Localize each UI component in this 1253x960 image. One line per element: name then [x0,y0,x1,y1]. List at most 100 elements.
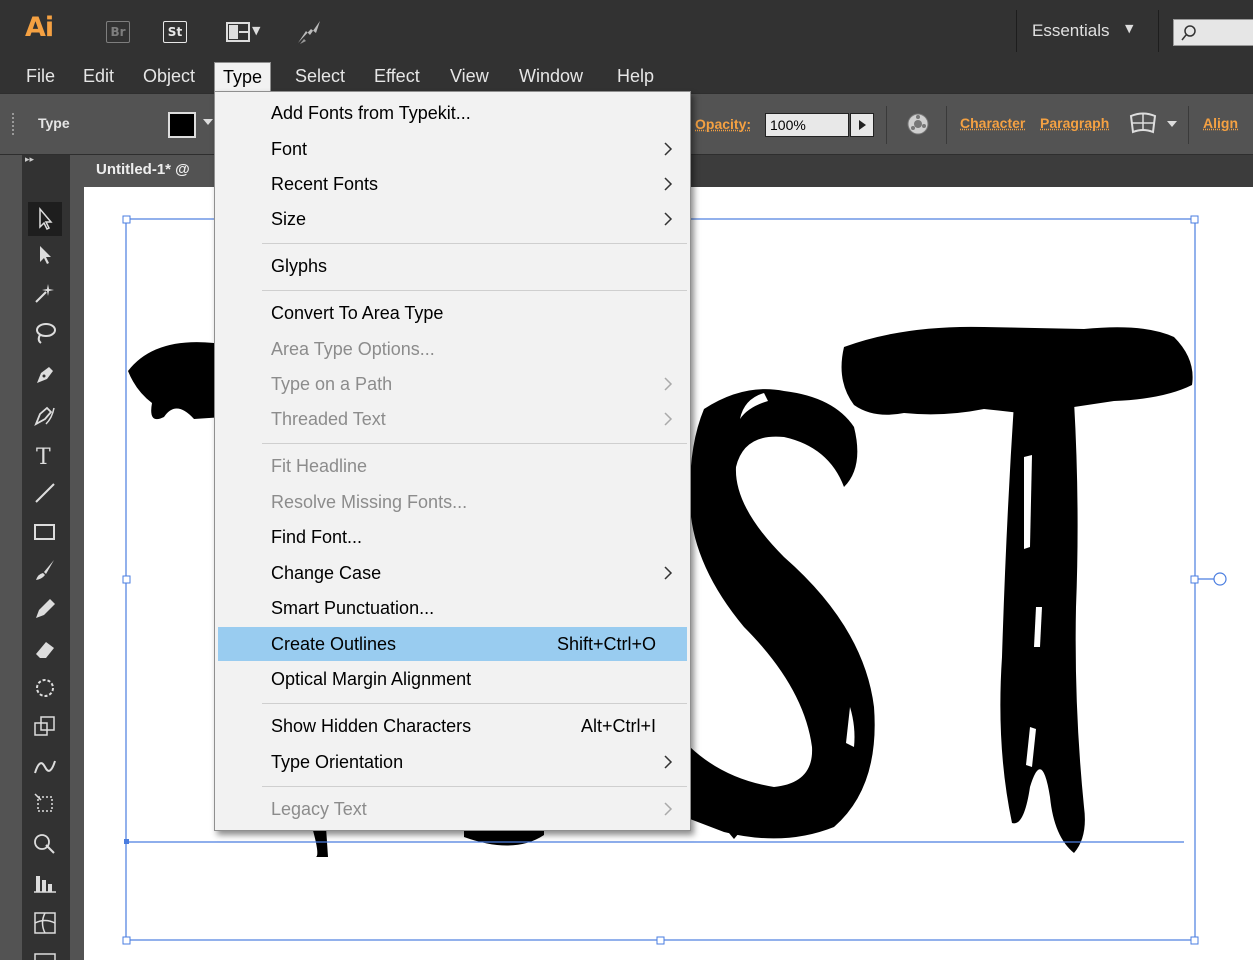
menu-item-create-outlines[interactable]: Create Outlines Shift+Ctrl+O [218,627,687,661]
menu-item-smart-punctuation[interactable]: Smart Punctuation... [218,591,687,625]
free-transform-tool[interactable] [28,787,62,821]
shortcut-label: Shift+Ctrl+O [556,634,656,654]
lasso-tool[interactable] [28,316,62,350]
app-logo: Ai [25,12,54,43]
menu-item-fit-headline: Fit Headline [271,456,368,476]
bridge-button[interactable]: Br [106,21,130,43]
menu-help[interactable]: Help [609,62,662,91]
paragraph-panel-link[interactable]: Paragraph [1040,115,1109,131]
menu-item-optical-margin-alignment[interactable]: Optical Margin Alignment [218,662,687,696]
gpu-performance-icon[interactable] [294,17,324,47]
chevron-right-icon [664,802,673,816]
menu-item-glyphs[interactable]: Glyphs [218,249,687,283]
chevron-down-icon[interactable] [1167,121,1177,127]
recolor-artwork-icon[interactable] [905,111,931,137]
graph-tool[interactable] [28,866,62,900]
menu-separator [262,786,687,787]
magic-wand-tool[interactable] [28,276,62,310]
shape-builder-icon [34,834,55,854]
menu-view[interactable]: View [442,62,497,91]
panel-grip[interactable] [12,113,16,135]
gradient-tool[interactable] [28,945,62,960]
chevron-right-icon [664,755,673,769]
opacity-slider-button[interactable] [850,113,874,137]
menu-item-find-font[interactable]: Find Font... [218,520,687,554]
divider [1016,10,1017,52]
chevron-down-icon[interactable]: ▼ [1125,22,1133,35]
chevron-right-icon [664,377,673,391]
rectangle-tool[interactable] [28,515,62,549]
help-search-input[interactable] [1173,19,1253,46]
mesh-icon [34,912,56,934]
workspace-switcher[interactable]: Essentials [1032,21,1109,41]
scale-tool[interactable] [28,709,62,743]
opacity-label[interactable]: Opacity: [695,116,751,132]
width-tool[interactable] [28,749,62,783]
pencil-tool[interactable] [28,592,62,626]
line-segment-tool[interactable] [28,476,62,510]
menu-item-resolve-missing-fonts: Resolve Missing Fonts... [271,492,468,512]
shape-builder-tool[interactable] [28,827,62,861]
paintbrush-icon [36,560,54,580]
menu-effect[interactable]: Effect [366,62,428,91]
application-bar: Ai Br St ▼ Essentials ▼ [0,0,1253,62]
eraser-tool[interactable] [28,632,62,666]
menu-bar: File Edit Object Type Select Effect View… [0,62,1253,93]
make-envelope-icon[interactable] [1128,112,1158,136]
selection-tool[interactable] [28,202,62,236]
menu-type[interactable]: Type [214,62,272,93]
type-tool[interactable]: T [28,438,62,472]
chevron-right-icon [664,142,673,156]
menu-item-font[interactable]: Font [218,132,687,166]
selection-arrow-icon [39,206,53,231]
gradient-icon [34,953,56,960]
curvature-tool[interactable] [28,398,62,432]
direct-selection-icon [40,246,51,264]
lasso-icon [36,323,56,344]
align-panel-link[interactable]: Align [1203,115,1238,131]
menu-object[interactable]: Object [135,62,203,91]
chevron-right-icon [664,177,673,191]
menu-item-add-fonts-typekit[interactable]: Add Fonts from Typekit... [218,96,687,130]
pen-tool[interactable] [28,358,62,392]
menu-item-type-orientation[interactable]: Type Orientation [218,745,687,779]
illustrator-window: Ai Br St ▼ Essentials ▼ File Edit Object… [0,0,1253,960]
menu-item-convert-area-type[interactable]: Convert To Area Type [218,296,687,330]
rectangle-icon [34,524,55,540]
divider [946,106,947,144]
menu-separator [262,290,687,291]
divider [886,106,887,144]
menu-separator [262,243,687,244]
menu-item-type-on-path: Type on a Path [218,367,687,401]
chevron-down-icon[interactable] [203,119,213,125]
opacity-input[interactable]: 100% [765,113,849,137]
rotate-tool[interactable] [28,671,62,705]
menu-item-threaded-text: Threaded Text [218,402,687,436]
chevron-down-icon[interactable]: ▼ [252,24,260,37]
mesh-tool[interactable] [28,906,62,940]
divider [1158,10,1159,52]
menu-edit[interactable]: Edit [75,62,122,91]
menu-separator [262,703,687,704]
menu-select[interactable]: Select [287,62,353,91]
stock-button[interactable]: St [163,21,187,43]
arrange-documents-icon[interactable] [226,22,250,42]
character-panel-link[interactable]: Character [960,115,1025,131]
free-transform-icon [34,793,53,812]
pen-icon [37,367,53,383]
menu-item-show-hidden-characters[interactable]: Show Hidden Characters Alt+Ctrl+I [218,709,687,743]
menu-item-size[interactable]: Size [218,202,687,236]
collapse-panel-icon[interactable]: ▸▸ [22,155,70,175]
curvature-icon [34,406,55,427]
pencil-icon [36,599,55,618]
paintbrush-tool[interactable] [28,553,62,587]
menu-item-change-case[interactable]: Change Case [218,556,687,590]
menu-item-recent-fonts[interactable]: Recent Fonts [218,167,687,201]
fill-color-swatch[interactable] [168,112,196,138]
menu-item-legacy-text: Legacy Text [218,792,687,826]
magic-wand-icon [35,284,54,303]
direct-selection-tool[interactable] [28,238,62,272]
menu-file[interactable]: File [18,62,63,91]
chevron-right-icon [664,412,673,426]
menu-window[interactable]: Window [511,62,591,91]
